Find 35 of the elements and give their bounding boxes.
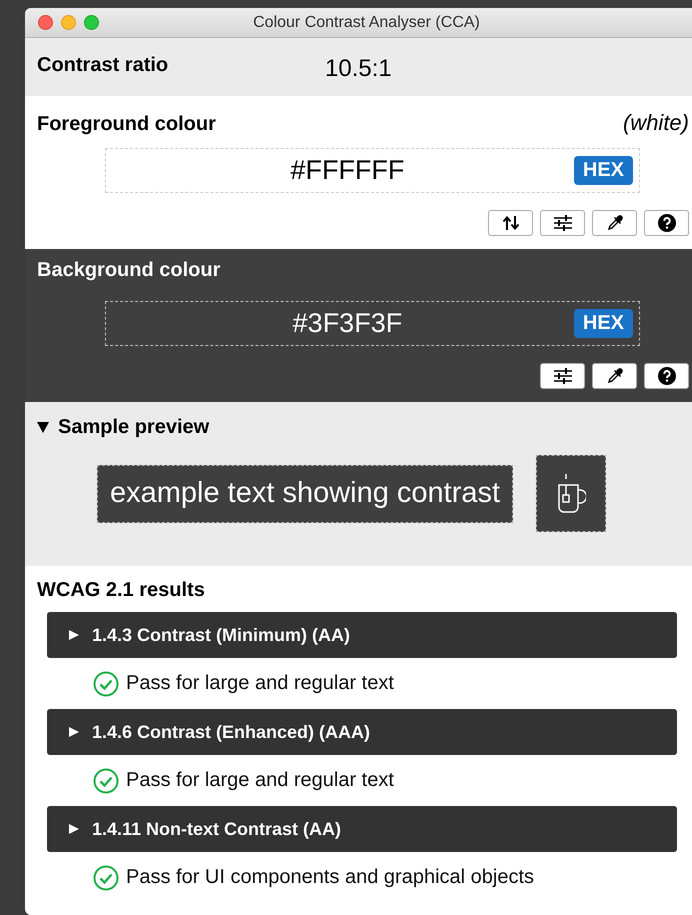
close-button[interactable] bbox=[38, 15, 53, 30]
adjust-button[interactable] bbox=[540, 210, 585, 236]
adjust-button[interactable] bbox=[540, 363, 585, 389]
result-text: Pass for UI components and graphical objects bbox=[126, 866, 534, 889]
eyedropper-icon bbox=[606, 215, 622, 231]
criterion-header[interactable]: 1.4.6 Contrast (Enhanced) (AAA) bbox=[47, 709, 677, 755]
sliders-icon bbox=[552, 368, 572, 384]
colour-input-field[interactable]: #3F3F3F HEX bbox=[105, 301, 640, 346]
sample-text: example text showing contrast bbox=[97, 464, 514, 522]
criterion-header[interactable]: 1.4.3 Contrast (Minimum) (AA) bbox=[47, 612, 677, 658]
swap-button[interactable] bbox=[488, 210, 533, 236]
colour-name: (white) bbox=[622, 110, 689, 136]
help-icon bbox=[658, 214, 676, 232]
colour-input-field[interactable]: #FFFFFF HEX bbox=[105, 148, 640, 193]
eyedropper-button[interactable] bbox=[592, 210, 637, 236]
sample-preview-toggle[interactable]: Sample preview bbox=[37, 416, 210, 439]
help-icon bbox=[658, 367, 676, 385]
section-label: Background colour bbox=[37, 259, 220, 282]
window-title: Colour Contrast Analyser (CCA) bbox=[253, 14, 480, 32]
swap-arrows-icon bbox=[502, 215, 520, 231]
sliders-icon bbox=[552, 215, 572, 231]
format-button[interactable]: HEX bbox=[574, 156, 633, 185]
criterion-header[interactable]: 1.4.11 Non-text Contrast (AA) bbox=[47, 806, 677, 852]
result-text: Pass for large and regular text bbox=[126, 769, 394, 792]
help-button[interactable] bbox=[644, 210, 689, 236]
mug-icon bbox=[556, 472, 586, 514]
eyedropper-button[interactable] bbox=[592, 363, 637, 389]
section-label: Foreground colour bbox=[37, 113, 216, 136]
result-text: Pass for large and regular text bbox=[126, 672, 394, 695]
eyedropper-icon bbox=[606, 368, 622, 384]
contrast-ratio-label: Contrast ratio bbox=[37, 54, 170, 76]
contrast-ratio-value: 10.5:1 bbox=[325, 55, 392, 83]
results-title: WCAG 2.1 results bbox=[36, 578, 206, 603]
help-button[interactable] bbox=[644, 363, 689, 389]
format-button[interactable]: HEX bbox=[574, 309, 633, 338]
